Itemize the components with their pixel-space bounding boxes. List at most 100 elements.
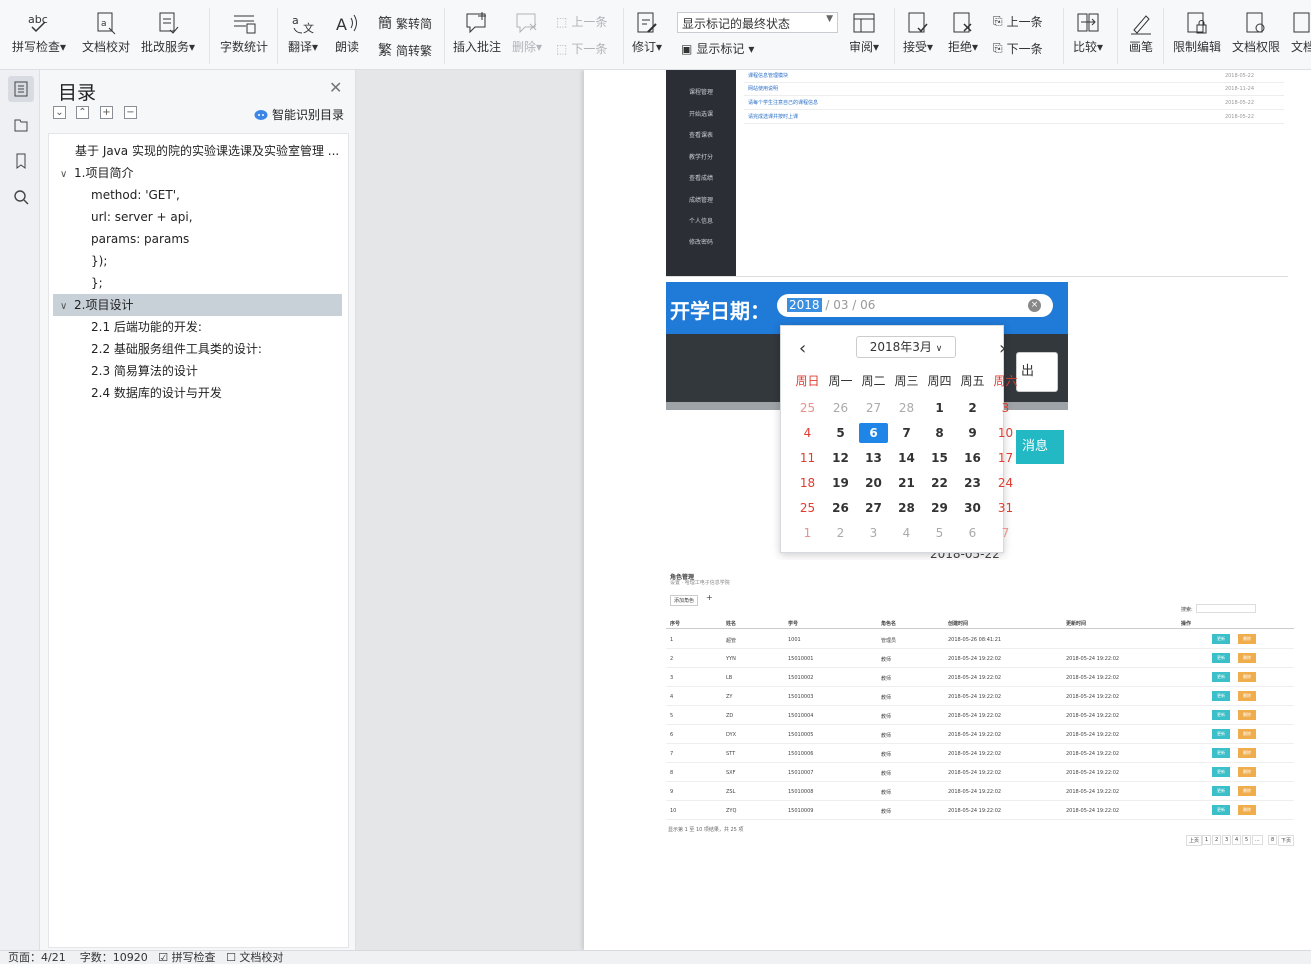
search-panel-button[interactable] — [8, 184, 34, 210]
expand-up-icon[interactable]: ⌃ — [76, 106, 89, 119]
calendar-day[interactable]: 1 — [793, 523, 822, 543]
restrict-edit-button[interactable]: 限制编辑 — [1173, 10, 1221, 55]
calendar-day[interactable]: 25 — [793, 498, 822, 518]
calendar-day[interactable]: 31 — [991, 498, 1020, 518]
proofread-status[interactable]: ☐ 文档校对 — [226, 951, 283, 964]
simp-to-trad-button[interactable]: 繁简转繁 — [378, 40, 432, 60]
calendar-day[interactable]: 5 — [925, 523, 954, 543]
calendar-day[interactable]: 14 — [892, 448, 921, 468]
document-more-button[interactable]: 文档 — [1290, 10, 1311, 55]
calendar-day[interactable]: 27 — [859, 398, 888, 418]
insert-comment-button[interactable]: 插入批注 — [453, 10, 501, 55]
chevron-right-icon[interactable]: › — [999, 338, 1006, 359]
close-icon[interactable]: ✕ — [329, 78, 342, 97]
embedded-image-role-table[interactable]: 角色管理 设置 · 哈理工电子信息学院 添加角色 + 搜索: 序号 姓名 学号 角色名… — [666, 564, 1294, 849]
calendar-day[interactable]: 23 — [958, 473, 987, 493]
calendar-day[interactable]: 13 — [859, 448, 888, 468]
calendar-day[interactable]: 3 — [859, 523, 888, 543]
calendar-day[interactable]: 25 — [793, 398, 822, 418]
next-comment-button[interactable]: ⬚ 下一条 — [556, 40, 607, 57]
calendar-day[interactable]: 16 — [958, 448, 987, 468]
toc-item[interactable]: 2.4 数据库的设计与开发 — [49, 382, 348, 404]
calendar-day[interactable]: 4 — [793, 423, 822, 443]
accept-button[interactable]: 接受▾ — [903, 10, 933, 55]
reject-button[interactable]: 拒绝▾ — [948, 10, 978, 55]
document-page[interactable]: 课程管理 开始选课 查看课表 教学打分 查看成绩 成绩管理 个人信息 修改密码 … — [584, 70, 1311, 950]
word-count-button[interactable]: 字数统计 — [220, 10, 268, 55]
month-select[interactable]: 2018年3月 ∨ — [856, 336, 956, 358]
calendar-day[interactable]: 6 — [958, 523, 987, 543]
delete-comment-button[interactable]: 删除▾ — [512, 10, 542, 55]
bookmark-panel-button[interactable] — [8, 148, 34, 174]
smart-toc-button[interactable]: 智能识别目录 — [254, 106, 344, 123]
next-change-button[interactable]: ⎘ 下一条 — [993, 40, 1043, 57]
toc-item[interactable]: params: params — [49, 228, 348, 250]
spell-check-button[interactable]: abc 拼写检查▾ — [12, 10, 66, 55]
toc-item[interactable]: 2.1 后端功能的开发: — [49, 316, 348, 338]
toc-item[interactable]: ∨ 1.项目简介 — [49, 162, 348, 184]
calendar-day[interactable]: 15 — [925, 448, 954, 468]
review-button[interactable]: 审阅▾ — [849, 10, 879, 55]
calendar-day[interactable]: 1 — [925, 398, 954, 418]
calendar-day[interactable]: 3 — [991, 398, 1020, 418]
embedded-image-date-picker[interactable]: 开学日期： 2018 / 03 / 06 × 出 消息 2018-05-22 ‹ … — [666, 282, 1068, 560]
calendar-day[interactable]: 28 — [892, 398, 921, 418]
toc-item[interactable]: 基于 Java 实现的院的实验课选课及实验室管理 ... — [49, 140, 348, 162]
translate-button[interactable]: a文 翻译▾ — [288, 10, 318, 55]
trad-to-simp-button[interactable]: 簡繁转简 — [378, 13, 432, 33]
word-count-indicator[interactable]: 字数：10920 — [80, 951, 148, 964]
chevron-left-icon[interactable]: ‹ — [799, 338, 806, 359]
date-input[interactable]: 2018 / 03 / 06 × — [777, 294, 1053, 317]
show-markup-button[interactable]: ▣ 显示标记 ▾ — [681, 40, 754, 57]
toc-item[interactable]: }; — [49, 272, 348, 294]
page-indicator[interactable]: 页面：4/21 — [8, 951, 66, 964]
calendar-day[interactable]: 4 — [892, 523, 921, 543]
calendar-day[interactable]: 19 — [826, 473, 855, 493]
calendar-day[interactable]: 24 — [991, 473, 1020, 493]
add-heading-icon[interactable]: + — [100, 106, 113, 119]
calendar-day[interactable]: 10 — [991, 423, 1020, 443]
prev-comment-button[interactable]: ⬚ 上一条 — [556, 13, 607, 30]
calendar-day[interactable]: 20 — [859, 473, 888, 493]
calendar-day[interactable]: 12 — [826, 448, 855, 468]
calendar-day[interactable]: 7 — [991, 523, 1020, 543]
calendar-day[interactable]: 5 — [826, 423, 855, 443]
calendar-day[interactable]: 17 — [991, 448, 1020, 468]
clear-icon[interactable]: × — [1028, 299, 1041, 312]
calendar-day[interactable]: 11 — [793, 448, 822, 468]
proofread-button[interactable]: a 文档校对 — [82, 10, 130, 55]
calendar-day[interactable]: 2 — [826, 523, 855, 543]
calendar-day[interactable]: 7 — [892, 423, 921, 443]
chapter-panel-button[interactable] — [8, 112, 34, 138]
calendar-day[interactable]: 18 — [793, 473, 822, 493]
chevron-down-icon[interactable]: ∨ — [60, 164, 74, 184]
calendar-day[interactable]: 8 — [925, 423, 954, 443]
toc-item[interactable]: method: 'GET', — [49, 184, 348, 206]
calendar-day[interactable]: 26 — [826, 398, 855, 418]
toc-panel-button[interactable] — [8, 76, 34, 102]
calendar-day[interactable]: 21 — [892, 473, 921, 493]
chevron-down-icon[interactable]: ∨ — [60, 296, 74, 316]
collapse-all-icon[interactable]: ⌄ — [53, 106, 66, 119]
calendar-day[interactable]: 28 — [892, 498, 921, 518]
toc-item[interactable]: 2.3 简易算法的设计 — [49, 360, 348, 382]
calendar-day[interactable]: 22 — [925, 473, 954, 493]
compare-button[interactable]: 比较▾ — [1073, 10, 1103, 55]
toc-item[interactable]: url: server + api, — [49, 206, 348, 228]
toc-item-selected[interactable]: ∨ 2.项目设计 — [53, 294, 342, 316]
document-permission-button[interactable]: 文档权限 — [1232, 10, 1280, 55]
spell-check-status[interactable]: ☑ 拼写检查 — [158, 951, 215, 964]
calendar-day[interactable]: 30 — [958, 498, 987, 518]
prev-change-button[interactable]: ⎘ 上一条 — [993, 13, 1043, 30]
calendar-day[interactable]: 29 — [925, 498, 954, 518]
calendar-day[interactable]: 27 — [859, 498, 888, 518]
markup-state-select[interactable]: 显示标记的最终状态 ▼ — [677, 12, 838, 33]
toc-item[interactable]: }); — [49, 250, 348, 272]
track-changes-button[interactable]: 修订▾ — [632, 10, 662, 55]
correction-service-button[interactable]: 批改服务▾ — [141, 10, 195, 55]
embedded-image-course-list[interactable]: 课程管理 开始选课 查看课表 教学打分 查看成绩 成绩管理 个人信息 修改密码 … — [666, 70, 1288, 277]
remove-heading-icon[interactable]: − — [124, 106, 137, 119]
pen-button[interactable]: 画笔 — [1128, 10, 1154, 55]
calendar-day[interactable]: 2 — [958, 398, 987, 418]
toc-item[interactable]: 2.2 基础服务组件工具类的设计: — [49, 338, 348, 360]
